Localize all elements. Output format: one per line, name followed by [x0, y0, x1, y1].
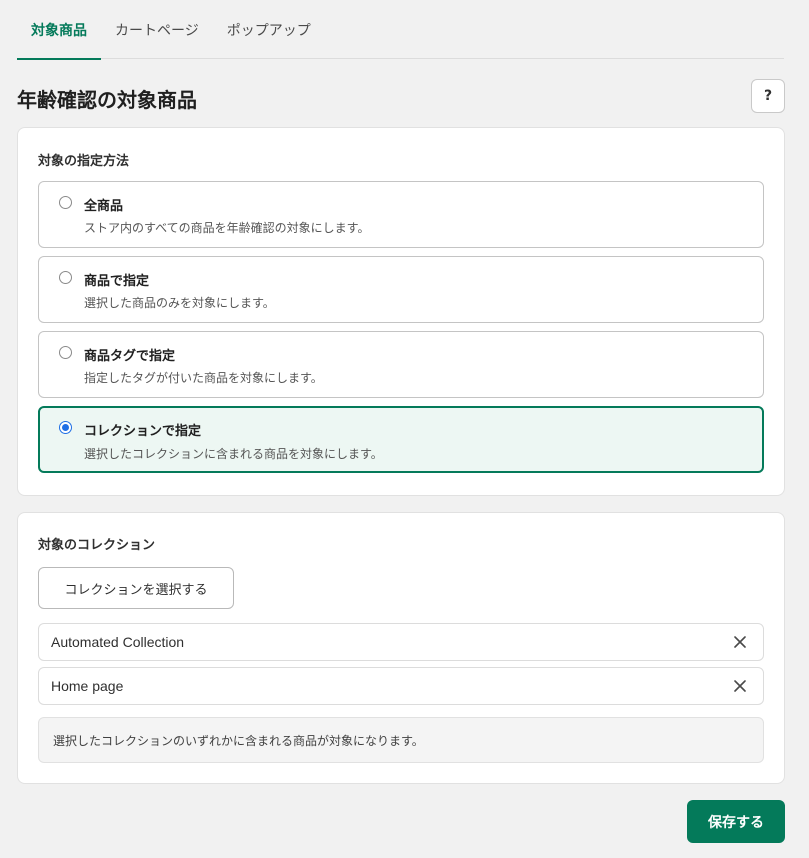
collections-info-box: 選択したコレクションのいずれかに含まれる商品が対象になります。	[38, 717, 764, 763]
select-collections-button[interactable]: コレクションを選択する	[38, 567, 234, 609]
option-by-product[interactable]: 商品で指定 選択した商品のみを対象にします。	[38, 256, 764, 323]
option-description: 指定したタグが付いた商品を対象にします。	[84, 371, 323, 385]
option-label: 商品タグで指定	[84, 349, 176, 364]
option-description: 選択したコレクションに含まれる商品を対象にします。	[84, 447, 383, 461]
tab-cart-page[interactable]: カートページ	[101, 0, 213, 59]
close-icon[interactable]	[734, 680, 746, 692]
collection-name: Home page	[51, 678, 124, 694]
radio-all-products[interactable]	[59, 196, 72, 209]
option-label: 全商品	[84, 199, 124, 214]
option-description: ストア内のすべての商品を年齢確認の対象にします。	[84, 221, 370, 235]
tab-target-products[interactable]: 対象商品	[17, 0, 101, 60]
target-collections-title: 対象のコレクション	[38, 538, 156, 553]
radio-by-collection[interactable]	[59, 421, 72, 434]
target-collections-card: 対象のコレクション コレクションを選択する Automated Collecti…	[17, 512, 785, 784]
target-method-title: 対象の指定方法	[38, 154, 130, 169]
collections-info-text: 選択したコレクションのいずれかに含まれる商品が対象になります。	[53, 733, 424, 748]
option-by-product-tag[interactable]: 商品タグで指定 指定したタグが付いた商品を対象にします。	[38, 331, 764, 398]
option-description: 選択した商品のみを対象にします。	[84, 296, 275, 310]
target-method-card: 対象の指定方法 全商品 ストア内のすべての商品を年齢確認の対象にします。 商品で…	[17, 127, 785, 496]
help-button[interactable]: ?	[751, 79, 785, 113]
tab-bar: 対象商品 カートページ ポップアップ	[17, 0, 784, 60]
collection-item: Automated Collection	[38, 623, 764, 661]
tab-popup[interactable]: ポップアップ	[213, 0, 325, 59]
radio-by-product-tag[interactable]	[59, 346, 72, 359]
save-button[interactable]: 保存する	[687, 800, 785, 843]
option-all-products[interactable]: 全商品 ストア内のすべての商品を年齢確認の対象にします。	[38, 181, 764, 248]
option-label: 商品で指定	[84, 274, 150, 289]
page-title: 年齢確認の対象商品	[17, 88, 197, 112]
option-by-collection[interactable]: コレクションで指定 選択したコレクションに含まれる商品を対象にします。	[38, 406, 764, 473]
collection-name: Automated Collection	[51, 634, 185, 650]
collection-item: Home page	[38, 667, 764, 705]
close-icon[interactable]	[734, 636, 746, 648]
option-label: コレクションで指定	[84, 424, 202, 439]
radio-by-product[interactable]	[59, 271, 72, 284]
